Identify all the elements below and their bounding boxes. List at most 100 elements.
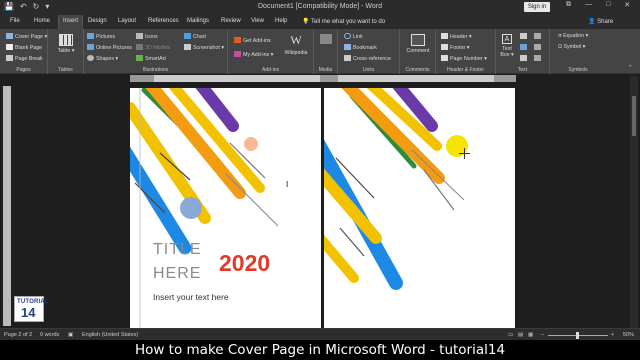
bookmark-icon <box>344 44 351 50</box>
maximize-button[interactable]: □ <box>606 1 610 9</box>
page-count[interactable]: Page 2 of 2 <box>4 332 32 338</box>
smartart-label: SmartArt <box>145 56 166 62</box>
table-button[interactable]: Table ▾ <box>56 34 76 54</box>
read-mode-icon[interactable]: ▭ <box>508 332 513 338</box>
footer-icon <box>441 44 448 50</box>
text-box-button[interactable]: A Text Box ▾ <box>498 34 516 58</box>
zoom-in-button[interactable]: + <box>611 332 614 338</box>
footer-button[interactable]: Footer ▾ <box>441 44 469 51</box>
collapse-ribbon-icon[interactable]: ⌃ <box>628 65 632 71</box>
my-addins-button[interactable]: My Add-ins ▾ <box>234 51 273 58</box>
scroll-thumb[interactable] <box>632 96 636 136</box>
tab-review[interactable]: Review <box>221 18 241 24</box>
zoom-level[interactable]: 50% <box>623 332 634 338</box>
share-button[interactable]: 👤 Share <box>588 18 613 25</box>
equation-button[interactable]: π Equation ▾ <box>558 33 588 39</box>
signature-line-icon[interactable] <box>534 33 543 40</box>
tab-help[interactable]: Help <box>275 18 287 24</box>
symbol-button[interactable]: Ω Symbol ▾ <box>558 44 585 50</box>
comment-button[interactable]: Comment <box>403 34 433 54</box>
cover-page-button[interactable]: Cover Page ▾ <box>6 33 47 40</box>
tell-me-search[interactable]: 💡 Tell me what you want to do <box>302 18 385 25</box>
chart-button[interactable]: Chart <box>184 33 206 40</box>
drop-cap-glyph <box>520 55 527 61</box>
smartart-icon <box>136 55 143 61</box>
minimize-button[interactable]: — <box>585 1 592 9</box>
ruler-center-margin <box>320 75 338 82</box>
cover-title-line-2[interactable]: HERE <box>153 265 201 283</box>
online-video-button[interactable] <box>317 34 335 46</box>
3d-models-label: 3D Models <box>145 45 171 51</box>
window-controls: ⧉ — □ ✕ <box>566 1 630 9</box>
peach-circle <box>244 137 258 151</box>
ribbon-insert: Cover Page ▾ Blank Page Page Break Pages… <box>0 29 640 74</box>
table-icon <box>59 34 73 46</box>
cover-title-line-1[interactable]: TITLE <box>153 241 202 259</box>
smartart-button[interactable]: SmartArt <box>136 55 166 62</box>
cross-reference-button[interactable]: Cross-reference <box>344 55 391 62</box>
page-break-button[interactable]: Page Break <box>6 55 43 62</box>
chart-icon <box>184 33 191 39</box>
tab-design[interactable]: Design <box>88 18 107 24</box>
group-symbols: π Equation ▾ Ω Symbol ▾ Symbols <box>550 29 606 74</box>
screenshot-button[interactable]: Screenshot ▾ <box>184 44 224 51</box>
cover-year[interactable]: 2020 <box>219 250 270 277</box>
proofing-icon[interactable]: ▣ <box>68 332 73 338</box>
icons-label: Icons <box>145 34 158 40</box>
wikipedia-button[interactable]: W Wikipedia <box>282 33 310 56</box>
language-indicator[interactable]: English (United States) <box>82 332 138 338</box>
comment-label: Comment <box>406 48 430 54</box>
ribbon-display-icon[interactable]: ⧉ <box>566 1 571 9</box>
object-icon[interactable] <box>534 55 543 62</box>
page-break-label: Page Break <box>15 56 43 62</box>
tab-home[interactable]: Home <box>34 18 50 24</box>
pictures-button[interactable]: Pictures <box>87 33 115 40</box>
blank-page-icon <box>6 44 13 50</box>
group-label-pages: Pages <box>16 67 31 73</box>
close-button[interactable]: ✕ <box>624 1 630 9</box>
group-label-comments: Comments <box>405 67 430 73</box>
thin-line-2d <box>411 149 465 201</box>
link-button[interactable]: Link <box>344 33 363 40</box>
wordart-icon[interactable] <box>520 44 529 51</box>
web-layout-icon[interactable]: ▦ <box>528 332 533 338</box>
icons-button[interactable]: Icons <box>136 33 158 40</box>
page-number-icon <box>441 55 448 61</box>
logo-number: 14 <box>21 305 36 320</box>
shapes-button[interactable]: Shapes ▾ <box>87 55 118 62</box>
header-button[interactable]: Header ▾ <box>441 33 472 40</box>
screenshot-label: Screenshot ▾ <box>193 45 224 51</box>
tab-file[interactable]: File <box>10 18 20 24</box>
cover-subtitle[interactable]: Insert your text here <box>153 292 229 302</box>
group-illustrations: Pictures Online Pictures Shapes ▾ Icons … <box>84 29 228 74</box>
group-addins: Get Add-ins My Add-ins ▾ W Wikipedia Add… <box>228 29 314 74</box>
symbol-label: Symbol ▾ <box>563 44 586 50</box>
zoom-slider-knob[interactable] <box>576 332 579 339</box>
tab-insert[interactable]: Insert <box>58 15 84 29</box>
word-count[interactable]: 0 words <box>40 332 59 338</box>
tab-layout[interactable]: Layout <box>118 18 136 24</box>
sign-in-button[interactable]: Sign in <box>524 2 550 12</box>
get-addins-button[interactable]: Get Add-ins <box>234 37 271 44</box>
bookmark-button[interactable]: Bookmark <box>344 44 377 51</box>
blank-page-button[interactable]: Blank Page <box>6 44 42 51</box>
cover-page-1[interactable]: TITLE HERE 2020 Insert your text here <box>130 88 321 328</box>
vertical-scrollbar[interactable] <box>630 76 638 328</box>
page-number-button[interactable]: Page Number ▾ <box>441 55 487 62</box>
ruler-left-margin <box>130 75 154 82</box>
online-pictures-button[interactable]: Online Pictures <box>87 44 132 51</box>
vertical-ruler[interactable] <box>3 86 11 326</box>
date-time-icon[interactable] <box>534 44 543 51</box>
cover-page-2[interactable] <box>324 88 515 328</box>
status-bar: Page 2 of 2 0 words ▣ English (United St… <box>0 328 640 340</box>
horizontal-ruler[interactable] <box>130 75 516 82</box>
print-layout-icon[interactable]: ▤ <box>518 332 523 338</box>
wikipedia-icon: W <box>290 33 302 47</box>
drop-cap-icon[interactable] <box>520 55 529 62</box>
tab-view[interactable]: View <box>251 18 264 24</box>
quick-parts-icon[interactable] <box>520 33 529 40</box>
tab-mailings[interactable]: Mailings <box>187 18 209 24</box>
zoom-out-button[interactable]: − <box>541 332 544 338</box>
pictures-label: Pictures <box>96 34 116 40</box>
tab-references[interactable]: References <box>148 18 179 24</box>
